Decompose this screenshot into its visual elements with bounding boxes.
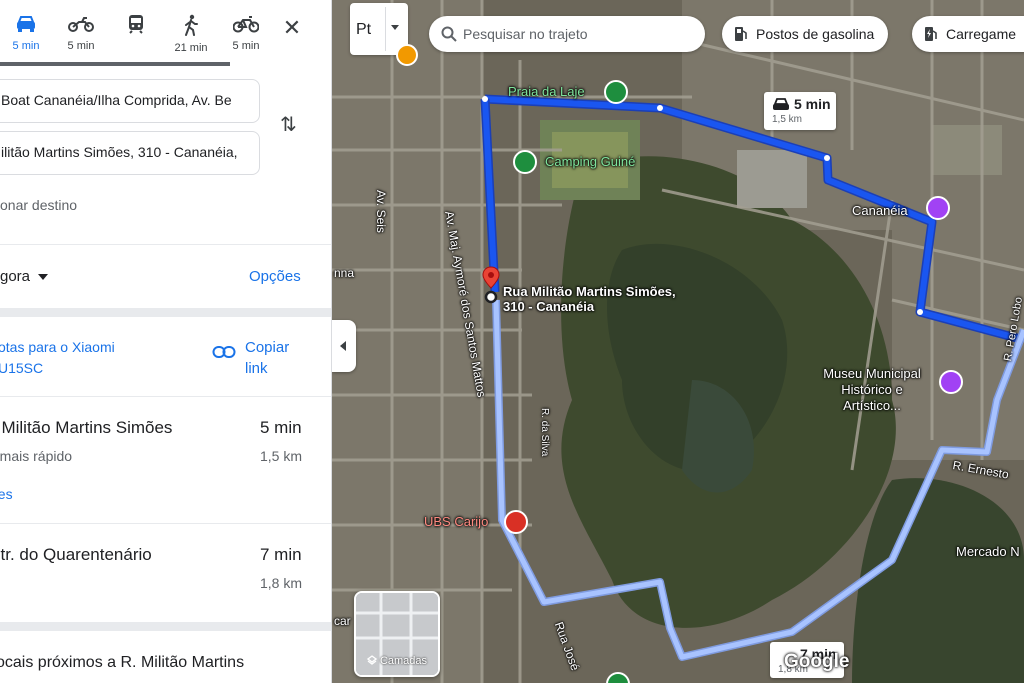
chip-label: Postos de gasolina xyxy=(756,26,875,42)
mode-time-driving: 5 min xyxy=(12,40,40,52)
mode-walking[interactable]: 21 min xyxy=(170,10,212,62)
callout-time: 5 min xyxy=(794,96,831,112)
add-destination[interactable]: onar destino xyxy=(0,197,77,213)
chip-charging-stations[interactable]: Carregame xyxy=(912,16,1024,52)
search-icon xyxy=(441,26,457,42)
depart-label: gora xyxy=(0,268,31,285)
layers-label: Camadas xyxy=(356,655,438,667)
mode-time-walking: 21 min xyxy=(174,42,208,54)
route-option-2[interactable]: str. do Quarentenário 7 min 1,8 km xyxy=(0,545,331,615)
destination-label: Rua Militão Martins Simões, 310 - Canané… xyxy=(503,284,683,314)
directions-panel: 5 min 5 min 21 min 5 min ✕ Boat Cananéia… xyxy=(0,0,332,683)
walking-icon xyxy=(185,14,198,36)
landmark-icon[interactable] xyxy=(926,196,950,220)
depart-time-select[interactable]: gora xyxy=(0,268,49,285)
search-along-route[interactable] xyxy=(429,16,705,52)
mode-time-motorcycle: 5 min xyxy=(67,40,95,52)
destination-field[interactable]: ilitão Martins Simões, 310 - Cananéia, xyxy=(0,131,260,175)
options-button[interactable]: Opções xyxy=(249,268,301,285)
caret-down-icon xyxy=(38,274,49,281)
route-details-link[interactable]: hes xyxy=(0,486,13,502)
layers-button[interactable]: Camadas xyxy=(354,591,440,677)
road-r-da-silva: R. da Silva xyxy=(539,408,550,457)
map-type-label: Pt xyxy=(356,21,372,38)
museum-icon[interactable] xyxy=(939,370,963,394)
callout-distance: 1,5 km xyxy=(772,114,803,125)
train-icon xyxy=(129,15,143,34)
collapse-panel-button[interactable] xyxy=(332,320,356,372)
route-time: 5 min xyxy=(260,418,302,437)
route-subtitle: o mais rápido xyxy=(0,448,73,464)
bicycle-icon xyxy=(233,16,259,33)
caret-down-icon xyxy=(391,25,399,30)
section-divider xyxy=(0,622,331,631)
destination-pin-icon[interactable] xyxy=(482,266,500,306)
poi-ubs-carijo[interactable]: UBS Carijo xyxy=(424,514,488,529)
camping-icon[interactable] xyxy=(513,150,537,174)
send-to-phone-link[interactable]: otas para o Xiaomi U15SC xyxy=(0,337,158,379)
search-input[interactable] xyxy=(463,24,693,44)
divider xyxy=(0,523,331,524)
poi-mercado[interactable]: Mercado N xyxy=(956,544,1020,559)
car-icon xyxy=(17,16,35,32)
road-label-edge: car xyxy=(334,614,351,628)
swap-icon[interactable]: ⇅ xyxy=(280,112,297,137)
layers-icon xyxy=(366,655,378,665)
route-time-callout[interactable]: 5 min 1,5 km xyxy=(764,92,836,130)
origin-text: Boat Cananéia/Ilha Comprida, Av. Be xyxy=(1,92,232,108)
ev-charging-icon xyxy=(925,27,937,41)
poi-cananeia[interactable]: Cananéia xyxy=(852,203,908,218)
route-name: str. do Quarentenário xyxy=(0,545,152,564)
car-icon xyxy=(773,98,789,110)
close-icon[interactable]: ✕ xyxy=(278,14,306,42)
mode-progress-bar xyxy=(0,62,230,66)
travel-modes: 5 min 5 min 21 min 5 min ✕ xyxy=(0,0,331,66)
section-divider xyxy=(0,308,331,317)
poi-camping-guine[interactable]: Camping Guiné xyxy=(545,154,635,169)
poi-museu[interactable]: Museu Municipal Histórico e Artístico... xyxy=(812,366,932,414)
link-icon xyxy=(212,346,236,358)
nearby-places-heading[interactable]: ocais próximos a R. Militão Martins xyxy=(0,652,244,674)
layers-text: Camadas xyxy=(379,655,428,667)
route-name: . Militão Martins Simões xyxy=(0,418,173,437)
route-time: 7 min xyxy=(260,545,302,564)
route-distance: 1,5 km xyxy=(260,448,303,464)
motorcycle-icon xyxy=(68,17,94,32)
park-icon[interactable] xyxy=(604,80,628,104)
mode-driving[interactable]: 5 min xyxy=(5,10,47,62)
divider xyxy=(0,244,331,245)
chip-gas-stations[interactable]: Postos de gasolina xyxy=(722,16,889,52)
origin-field[interactable]: Boat Cananéia/Ilha Comprida, Av. Be xyxy=(0,79,260,123)
hospital-icon[interactable] xyxy=(504,510,528,534)
destination-label-text: Rua Militão Martins Simões, 310 - Canané… xyxy=(503,284,676,314)
map-canvas[interactable]: Pt Postos de gasolina Carregame Praia da… xyxy=(332,0,1024,683)
poi-praia-da-laje[interactable]: Praia da Laje xyxy=(508,84,585,99)
divider xyxy=(385,7,386,51)
route-option-1[interactable]: . Militão Martins Simões 5 min o mais rá… xyxy=(0,418,331,518)
satellite-imagery xyxy=(332,0,1024,683)
route-distance: 1,8 km xyxy=(260,575,303,591)
gas-station-icon xyxy=(735,27,747,41)
divider xyxy=(0,396,331,397)
road-av-seis: Av. Seis xyxy=(374,190,388,233)
mode-time-cycling: 5 min xyxy=(232,40,260,52)
mode-transit[interactable] xyxy=(115,10,157,62)
copy-link-label: Copiar link xyxy=(245,339,290,377)
google-logo: Google xyxy=(784,651,850,672)
chip-label: Carregame xyxy=(946,26,1017,42)
poi-marker[interactable] xyxy=(396,44,418,66)
mode-motorcycle[interactable]: 5 min xyxy=(60,10,102,62)
destination-text: ilitão Martins Simões, 310 - Cananéia, xyxy=(1,144,238,160)
road-label-edge: nna xyxy=(334,266,355,280)
mode-cycling[interactable]: 5 min xyxy=(225,10,267,62)
